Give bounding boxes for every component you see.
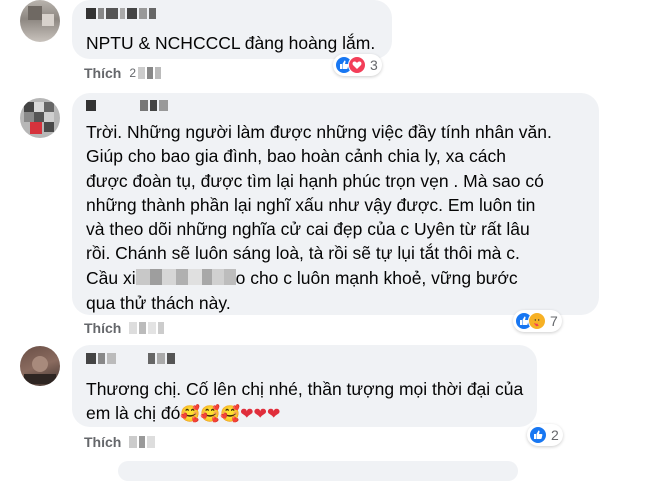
timestamp-text: 2 <box>129 66 137 80</box>
reaction-count: 2 <box>551 427 559 443</box>
like-icon <box>529 426 547 444</box>
comment-actions: Thích <box>84 434 156 450</box>
like-link[interactable]: Thích <box>84 320 121 336</box>
comment-text: Trời. Những người làm được những việc đầ… <box>86 120 552 316</box>
comment-text: Thương chị. Cố lên chị nhé, thần tượng m… <box>86 377 523 428</box>
care-icon <box>528 312 546 330</box>
author-name-redacted[interactable] <box>86 353 175 364</box>
like-link[interactable]: Thích <box>84 65 121 81</box>
comment-bubble: Trời. Những người làm được những việc đầ… <box>72 93 599 315</box>
comment-text-part-1: Trời. Những người làm được những việc đầ… <box>86 122 552 288</box>
avatar[interactable] <box>20 0 60 42</box>
comment-actions: Thích 2 <box>84 65 162 81</box>
comment-bubble: NPTU & NCHCCCL đàng hoàng lắm. <box>72 0 392 59</box>
redacted-text <box>135 267 236 291</box>
love-icon <box>348 56 366 74</box>
author-name-redacted[interactable] <box>86 100 168 111</box>
reaction-summary[interactable]: 3 <box>333 54 382 76</box>
reaction-count: 7 <box>550 313 558 329</box>
comment-text: NPTU & NCHCCCL đàng hoàng lắm. <box>86 33 376 53</box>
avatar[interactable] <box>20 98 60 138</box>
comment-text-body: Thương chị. Cố lên chị nhé, thần tượng m… <box>86 379 524 424</box>
reaction-count: 3 <box>370 57 378 73</box>
timestamp-redacted[interactable] <box>129 322 165 334</box>
comment-actions: Thích <box>84 320 165 336</box>
author-name-redacted[interactable] <box>86 8 156 19</box>
next-comment-bubble <box>118 461 518 481</box>
avatar[interactable] <box>20 346 60 386</box>
like-link[interactable]: Thích <box>84 434 121 450</box>
comment-bubble: Thương chị. Cố lên chị nhé, thần tượng m… <box>72 345 537 427</box>
emoji-sequence: 🥰🥰🥰❤❤❤ <box>180 406 281 424</box>
timestamp-redacted[interactable]: 2 <box>129 66 162 80</box>
reaction-summary[interactable]: 2 <box>527 424 563 446</box>
reaction-summary[interactable]: 7 <box>513 310 562 332</box>
timestamp-redacted[interactable] <box>129 436 156 448</box>
